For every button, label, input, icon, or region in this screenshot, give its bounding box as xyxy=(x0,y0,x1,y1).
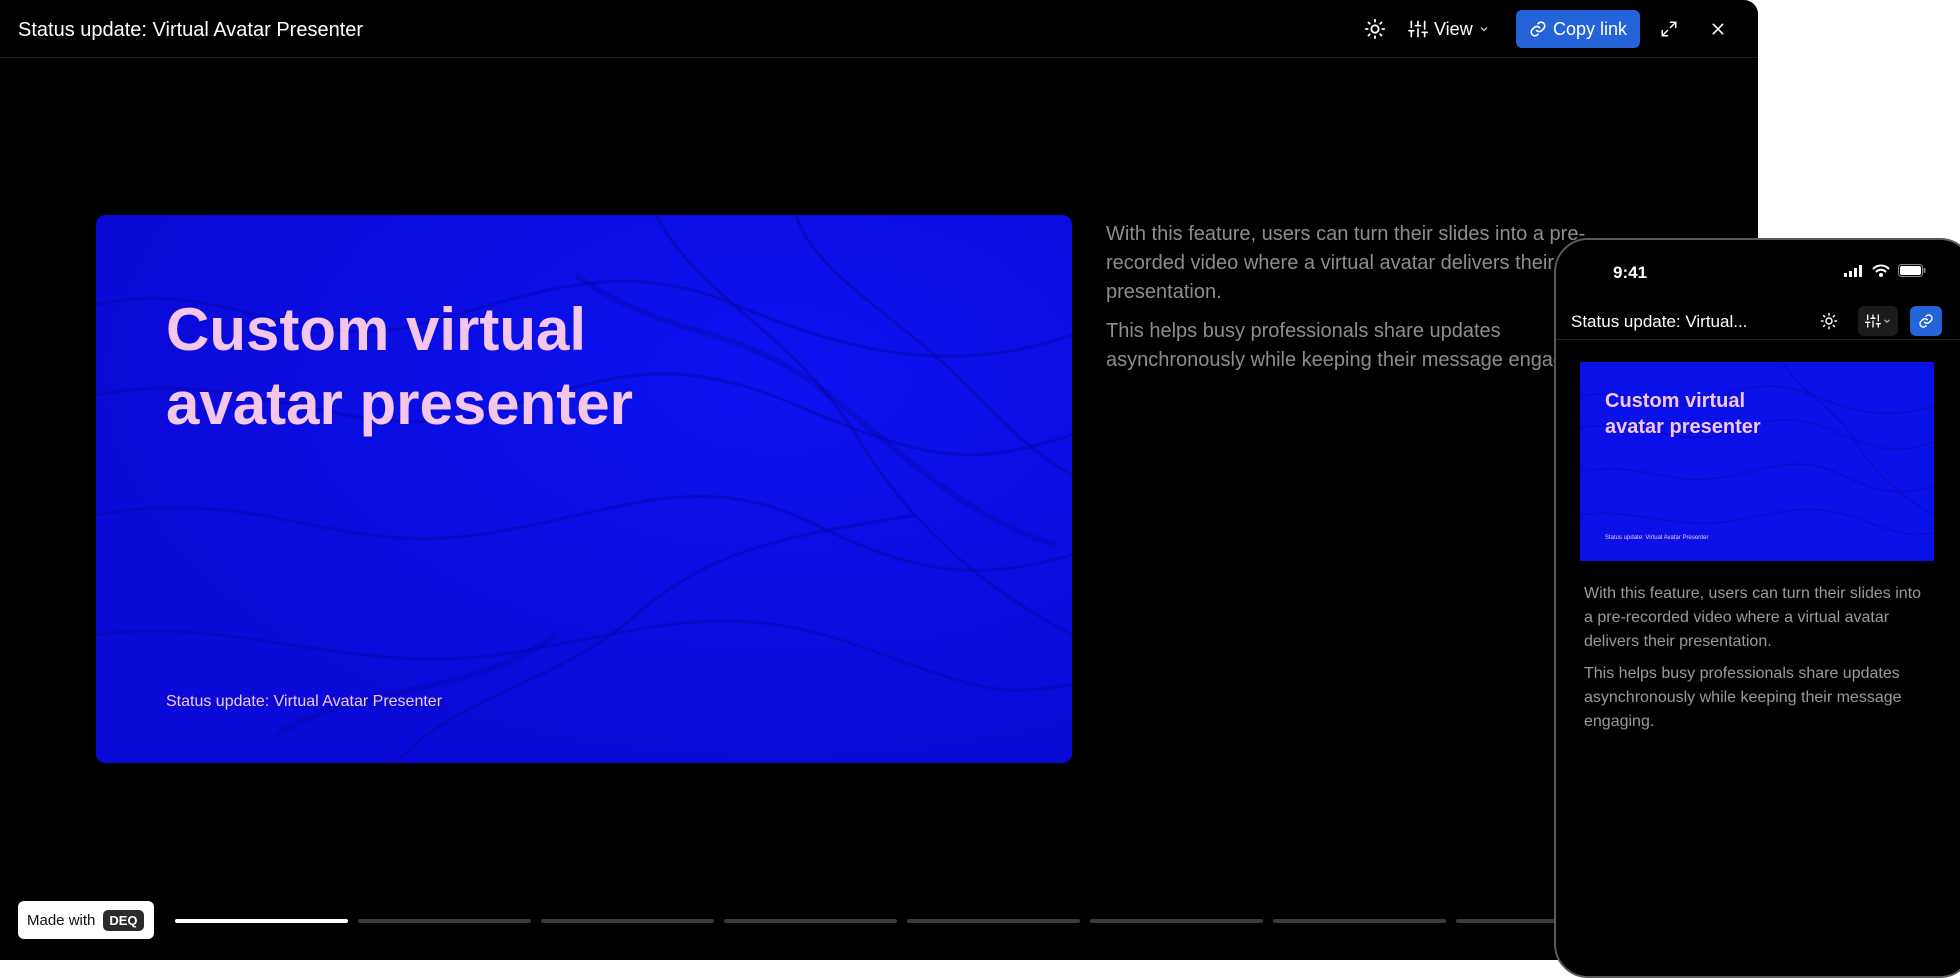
copy-link-button[interactable] xyxy=(1910,306,1942,336)
progress-segment[interactable] xyxy=(1090,919,1263,923)
cellular-icon xyxy=(1844,264,1862,277)
phone-slide-title: Custom virtual avatar presenter xyxy=(1605,390,1761,438)
sliders-icon xyxy=(1865,314,1881,328)
view-label: View xyxy=(1434,18,1473,39)
status-time: 9:41 xyxy=(1613,263,1648,282)
slide-footer: Status update: Virtual Avatar Presenter xyxy=(166,693,443,710)
link-icon xyxy=(1530,21,1546,37)
wifi-icon xyxy=(1872,264,1890,277)
chevron-down-icon xyxy=(1480,26,1488,32)
sliders-icon xyxy=(1408,20,1428,38)
made-with-badge[interactable]: Made with DEQ xyxy=(18,901,154,939)
close-icon[interactable] xyxy=(1704,15,1732,43)
document-title: Status update: Virtual Avatar Presenter xyxy=(18,19,364,41)
made-with-label: Made with xyxy=(27,911,96,929)
top-bar: Status update: Virtual Avatar Presenter … xyxy=(0,0,1758,58)
phone-top-bar: Status update: Virtual... xyxy=(1556,300,1960,340)
brand-logo: DEQ xyxy=(103,909,144,931)
slide-preview[interactable]: Custom virtual avatar presenter Status u… xyxy=(96,215,1072,763)
battery-icon xyxy=(1898,264,1926,277)
notes-paragraph: This helps busy professionals share upda… xyxy=(1584,665,1902,730)
desktop-viewer: Status update: Virtual Avatar Presenter … xyxy=(0,0,1758,960)
progress-segment[interactable] xyxy=(541,919,714,923)
link-icon xyxy=(1919,314,1933,328)
phone-preview: 9:41 Status update: Virtual... Custom vi… xyxy=(1554,238,1960,978)
slide-progress xyxy=(175,919,1629,923)
sun-icon[interactable] xyxy=(1361,15,1389,43)
slide-title: Custom virtual avatar presenter xyxy=(166,296,633,437)
phone-slide-footer: Status update: Virtual Avatar Presenter xyxy=(1605,535,1709,541)
phone-speaker-notes: With this feature, users can turn their … xyxy=(1584,582,1934,742)
status-icons xyxy=(1844,264,1926,277)
expand-icon[interactable] xyxy=(1655,15,1683,43)
phone-slide-preview[interactable]: Custom virtual avatar presenter Status u… xyxy=(1580,362,1934,561)
progress-segment[interactable] xyxy=(1273,919,1446,923)
phone-divider xyxy=(1556,339,1960,340)
view-menu-button[interactable]: View xyxy=(1408,14,1489,44)
progress-segment[interactable] xyxy=(724,919,897,923)
sun-icon[interactable] xyxy=(1820,312,1838,335)
phone-document-title: Status update: Virtual... xyxy=(1571,312,1748,331)
view-menu-button[interactable] xyxy=(1858,306,1898,336)
notes-paragraph: With this feature, users can turn their … xyxy=(1584,585,1922,650)
progress-segment[interactable] xyxy=(358,919,531,923)
progress-segment[interactable] xyxy=(175,919,348,923)
chevron-down-icon xyxy=(1884,319,1890,324)
progress-segment[interactable] xyxy=(907,919,1080,923)
copy-link-button[interactable]: Copy link xyxy=(1516,10,1640,48)
copy-link-label: Copy link xyxy=(1552,18,1628,39)
